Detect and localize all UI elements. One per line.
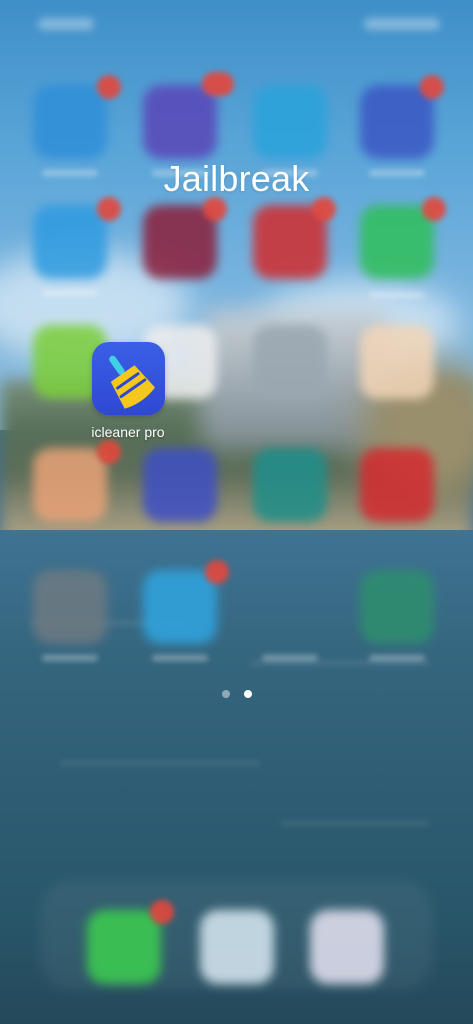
status-time-blur	[38, 18, 94, 30]
folder-title[interactable]: Jailbreak	[0, 158, 473, 200]
notification-badge	[422, 197, 446, 221]
notification-badge	[202, 72, 234, 96]
notification-badge	[150, 900, 174, 924]
notification-badge	[205, 560, 229, 584]
wave-shape	[60, 760, 260, 766]
background-app-icon	[33, 570, 107, 644]
background-app-icon	[360, 325, 434, 399]
background-app-icon	[360, 205, 434, 279]
notification-badge	[97, 440, 121, 464]
background-app-label	[369, 292, 425, 298]
background-app-label	[152, 655, 208, 661]
background-app-icon	[33, 448, 107, 522]
background-dock-icon	[87, 910, 161, 984]
notification-badge	[420, 75, 444, 99]
background-app-icon	[253, 448, 327, 522]
broom-icon[interactable]	[91, 342, 165, 415]
background-dock-icon	[200, 910, 274, 984]
app-icleaner-pro[interactable]: icleaner pro	[80, 342, 176, 440]
background-app-label	[42, 290, 98, 296]
notification-badge	[312, 197, 336, 221]
background-app-icon	[360, 448, 434, 522]
home-screen-wallpaper	[0, 0, 473, 1024]
notification-badge	[97, 75, 121, 99]
broom-glyph	[108, 355, 155, 409]
background-app-icon	[143, 448, 217, 522]
background-dock-icon	[310, 910, 384, 984]
app-label: icleaner pro	[91, 424, 165, 440]
notification-badge	[203, 197, 227, 221]
background-app-icon	[253, 85, 327, 159]
page-dot-1[interactable]	[221, 690, 230, 698]
background-app-icon	[143, 570, 217, 644]
notification-badge	[97, 197, 121, 221]
background-app-icon	[360, 570, 434, 644]
page-dot-2[interactable]	[243, 690, 252, 698]
background-app-label	[369, 655, 425, 661]
background-app-icon	[143, 85, 217, 159]
background-app-icon	[253, 325, 327, 399]
background-app-icon	[33, 85, 107, 159]
background-app-label	[262, 655, 318, 661]
background-app-label	[42, 655, 98, 661]
page-indicator[interactable]	[0, 690, 473, 700]
background-app-icon	[33, 205, 107, 279]
background-app-icon	[360, 85, 434, 159]
status-icons-blur	[364, 18, 440, 30]
wave-shape	[280, 820, 430, 826]
